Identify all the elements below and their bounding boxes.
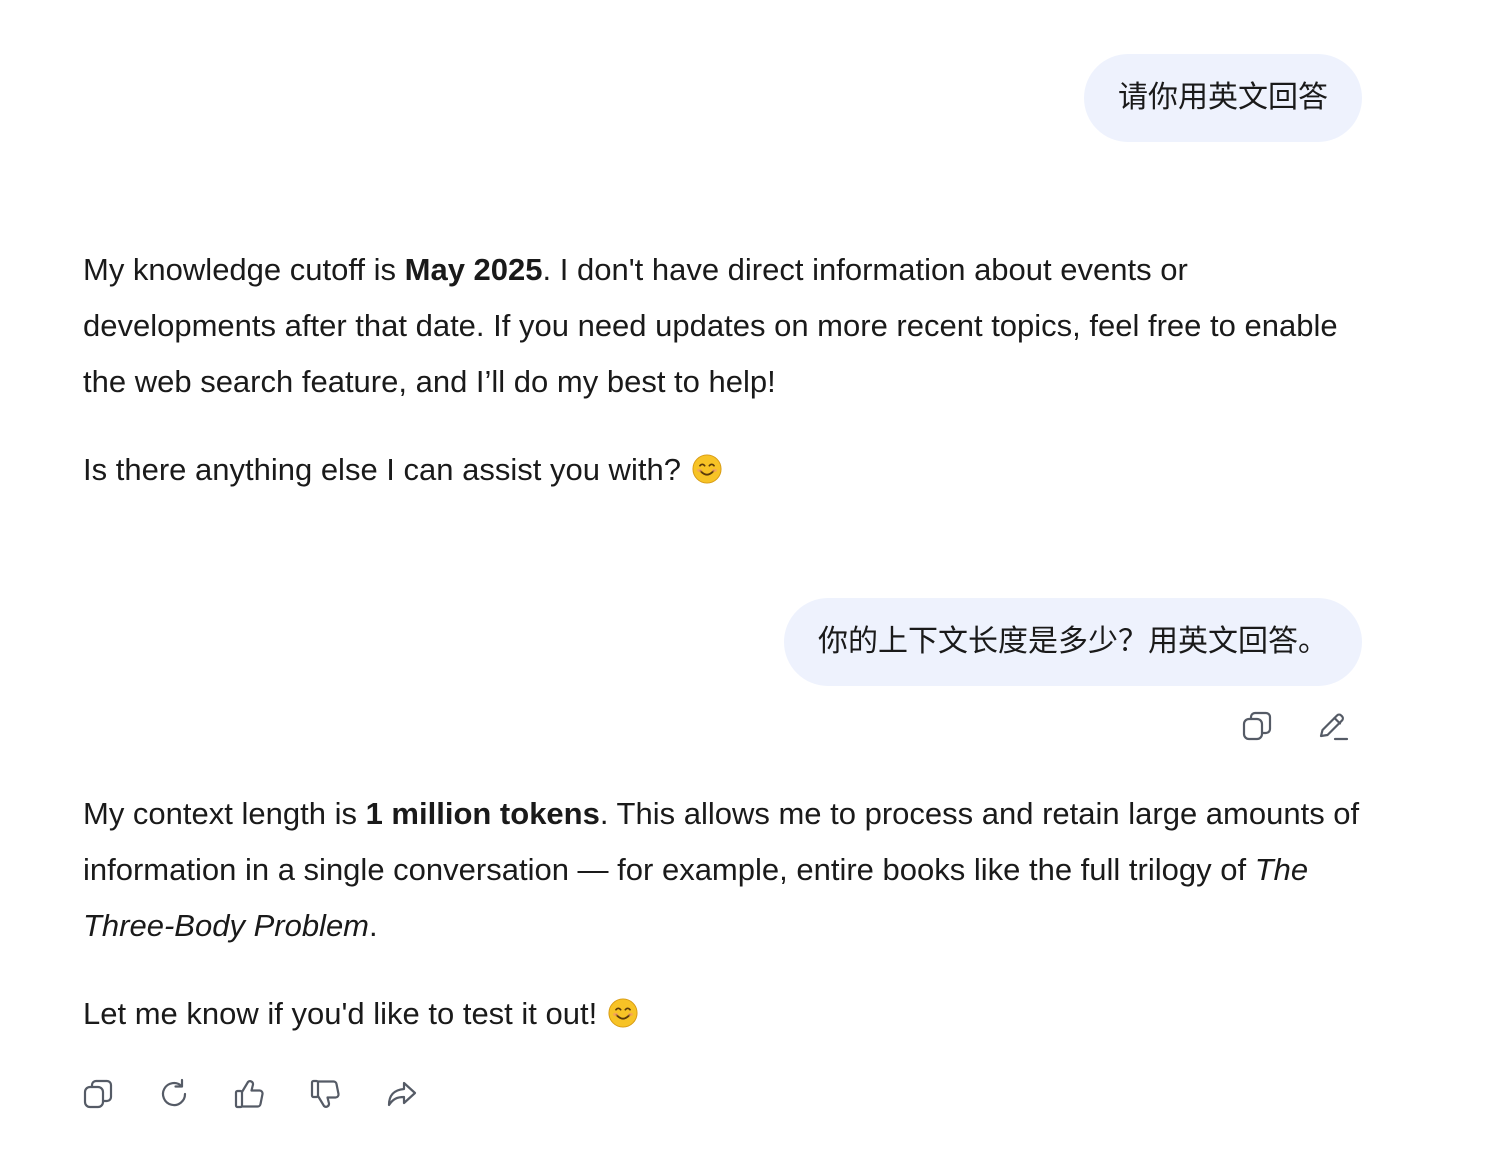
answer-text: My knowledge cutoff is xyxy=(83,252,405,287)
copy-button[interactable] xyxy=(1240,706,1316,746)
edit-button[interactable] xyxy=(1316,706,1392,746)
dislike-button[interactable] xyxy=(309,1074,385,1114)
copy-icon xyxy=(1242,711,1272,741)
user-message-actions xyxy=(1240,706,1392,746)
thumbs-up-icon xyxy=(234,1080,264,1109)
edit-icon xyxy=(1319,713,1349,741)
user-message-bubble: 你的上下文长度是多少？用英文回答。 xyxy=(784,598,1362,686)
assistant-message: My knowledge cutoff is May 2025. I don't… xyxy=(83,242,1373,498)
user-message-bubble: 请你用英文回答 xyxy=(1084,54,1362,142)
assistant-message: My context length is 1 million tokens. T… xyxy=(83,786,1373,1042)
answer-paragraph: My context length is 1 million tokens. T… xyxy=(83,786,1373,954)
share-icon xyxy=(387,1081,417,1107)
user-message-text: 请你用英文回答 xyxy=(1118,80,1328,115)
regenerate-button[interactable] xyxy=(157,1074,233,1114)
smiling-face-emoji-icon xyxy=(692,454,722,484)
smiling-face-emoji-icon xyxy=(608,998,638,1028)
like-button[interactable] xyxy=(233,1074,309,1114)
copy-icon xyxy=(83,1079,113,1109)
answer-bold-text: May 2025 xyxy=(404,252,543,287)
share-button[interactable] xyxy=(385,1074,461,1114)
answer-paragraph: My knowledge cutoff is May 2025. I don't… xyxy=(83,242,1373,410)
answer-bold-text: 1 million tokens xyxy=(365,796,600,831)
copy-button[interactable] xyxy=(81,1074,157,1114)
answer-text: Let me know if you'd like to test it out… xyxy=(83,996,606,1031)
assistant-message-actions xyxy=(81,1074,461,1114)
thumbs-down-icon xyxy=(310,1079,340,1108)
answer-text: . xyxy=(369,908,378,943)
answer-text: My context length is xyxy=(83,796,366,831)
answer-text: Is there anything else I can assist you … xyxy=(83,452,690,487)
regenerate-icon xyxy=(161,1078,187,1107)
answer-paragraph: Let me know if you'd like to test it out… xyxy=(83,986,1373,1042)
user-message-text: 你的上下文长度是多少？用英文回答。 xyxy=(818,624,1328,659)
answer-paragraph: Is there anything else I can assist you … xyxy=(83,442,1373,498)
